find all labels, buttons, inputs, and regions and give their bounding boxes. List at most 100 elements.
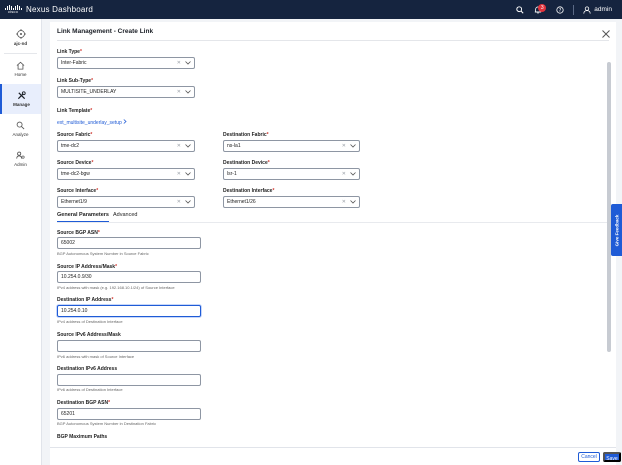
source-device-value: tme-dc2-bgw [61, 171, 90, 177]
destination-device-select[interactable]: lsr-1 ✕ [223, 168, 360, 180]
topbar-divider [573, 4, 575, 15]
chevron-right-icon [123, 119, 127, 124]
source-device-select[interactable]: tme-dc2-bgw ✕ [57, 168, 195, 180]
chevron-down-icon[interactable] [350, 199, 356, 205]
source-device-label: Source Device* [57, 160, 94, 166]
chevron-down-icon[interactable] [185, 199, 191, 205]
user-icon [583, 5, 591, 14]
logo-text: cisco [7, 9, 19, 14]
destination-bgp-asn-input[interactable]: 65201 [57, 408, 201, 420]
clear-icon[interactable]: ✕ [342, 171, 346, 177]
destination-interface-select[interactable]: Ethernet1/26 ✕ [223, 196, 360, 208]
source-ip-help: IPv4 address with mask (e.g. 192.168.10.… [57, 285, 175, 290]
source-ipv6-help: IPv6 address with mask of Source Interfa… [57, 354, 135, 359]
link-subtype-select[interactable]: MULTISITE_UNDERLAY ✕ [57, 86, 195, 98]
destination-fabric-value: ns-la1 [227, 143, 241, 149]
search-icon[interactable] [515, 5, 524, 14]
source-interface-label: Source Interface* [57, 188, 99, 194]
destination-fabric-select[interactable]: ns-la1 ✕ [223, 140, 360, 152]
scope-icon [15, 28, 26, 39]
destination-ipv6-label: Destination IPv6 Address [57, 366, 118, 372]
source-bgp-asn-help: BGP Autonomous System Number in Source F… [57, 251, 149, 256]
clear-icon[interactable]: ✕ [177, 199, 181, 205]
cisco-logo: cisco [4, 5, 22, 14]
close-icon[interactable] [601, 26, 611, 38]
page-title: Link Management - Create Link [57, 28, 154, 35]
sidebar-item-label: Admin [14, 162, 27, 167]
source-ip-input[interactable]: 10.254.0.9/30 [57, 271, 201, 283]
chevron-down-icon[interactable] [185, 60, 191, 66]
chevron-down-icon[interactable] [185, 89, 191, 95]
destination-fabric-label: Destination Fabric* [223, 132, 269, 138]
tabs-divider [57, 222, 609, 223]
link-template-link[interactable]: ext_multisite_underlay_setup [57, 119, 127, 126]
user-menu[interactable]: admin [583, 5, 612, 14]
save-button[interactable]: Save [603, 452, 621, 462]
sidebar-item-label: Manage [13, 102, 30, 107]
destination-ip-input[interactable]: 10.254.0.10 [57, 305, 201, 317]
feedback-label: Give Feedback [614, 214, 619, 246]
cancel-button[interactable]: Cancel [578, 452, 600, 462]
scope-selector[interactable]: ajc-nd [0, 21, 41, 53]
clear-icon[interactable]: ✕ [177, 143, 181, 149]
destination-interface-label: Destination Interface* [223, 188, 275, 194]
destination-ipv6-help: IPv6 address of Destination Interface [57, 387, 123, 392]
source-bgp-asn-label: Source BGP ASN* [57, 230, 100, 236]
panel-footer: Cancel Save [50, 447, 621, 465]
destination-bgp-asn-label: Destination BGP ASN* [57, 400, 111, 406]
top-bar: cisco Nexus Dashboard 3 ? admin [0, 0, 622, 19]
source-fabric-label: Source Fabric* [57, 132, 93, 138]
source-interface-value: Ethernet1/9 [61, 199, 87, 205]
source-ip-label: Source IP Address/Mask* [57, 264, 118, 270]
scope-label: ajc-nd [13, 40, 28, 46]
link-type-label: Link Type* [57, 49, 82, 55]
source-interface-select[interactable]: Ethernet1/9 ✕ [57, 196, 195, 208]
destination-ip-label: Destination IP Address* [57, 297, 114, 303]
clear-icon[interactable]: ✕ [342, 143, 346, 149]
link-template-label: Link Template* [57, 108, 93, 114]
link-type-value: Inter-Fabric [61, 60, 87, 66]
source-fabric-select[interactable]: tme-dc2 ✕ [57, 140, 195, 152]
chevron-down-icon[interactable] [350, 171, 356, 177]
sidebar-item-manage[interactable]: Manage [0, 84, 41, 114]
clear-icon[interactable]: ✕ [342, 199, 346, 205]
app-title: Nexus Dashboard [26, 5, 94, 14]
clear-icon[interactable]: ✕ [177, 171, 181, 177]
source-fabric-value: tme-dc2 [61, 143, 80, 149]
admin-icon [16, 151, 25, 159]
analyze-icon [16, 121, 25, 130]
tools-icon [17, 91, 26, 100]
source-ipv6-label: Source IPv6 Address/Mask [57, 332, 121, 338]
bgp-max-paths-label: BGP Maximum Paths [57, 434, 108, 440]
sidebar-item-label: Analyze [12, 132, 29, 137]
help-icon[interactable]: ? [555, 5, 564, 14]
source-bgp-asn-input[interactable]: 65002 [57, 237, 201, 249]
clear-icon[interactable]: ✕ [177, 89, 181, 95]
destination-device-label: Destination Device* [223, 160, 270, 166]
chevron-down-icon[interactable] [350, 143, 356, 149]
link-type-select[interactable]: Inter-Fabric ✕ [57, 57, 195, 69]
sidebar-item-admin[interactable]: Admin [0, 144, 41, 174]
destination-ipv6-input[interactable] [57, 374, 201, 386]
header-divider [57, 40, 609, 41]
destination-ip-help: IPv4 address of Destination Interface [57, 319, 123, 324]
clear-icon[interactable]: ✕ [177, 60, 181, 66]
chevron-down-icon[interactable] [185, 171, 191, 177]
destination-device-value: lsr-1 [227, 171, 237, 177]
tab-general-parameters[interactable]: General Parameters [57, 212, 109, 218]
source-ipv6-input[interactable] [57, 340, 201, 352]
sidebar: ajc-nd Home Manage Analyze Admin [0, 19, 42, 465]
sidebar-item-label: Home [14, 72, 27, 77]
give-feedback-tab[interactable]: Give Feedback [611, 204, 622, 256]
notifications-bell-icon[interactable]: 3 [533, 4, 547, 14]
sidebar-item-home[interactable]: Home [0, 54, 41, 84]
tab-advanced[interactable]: Advanced [113, 212, 137, 218]
user-name: admin [594, 6, 612, 13]
link-subtype-label: Link Sub-Type* [57, 78, 94, 84]
link-subtype-value: MULTISITE_UNDERLAY [61, 89, 117, 95]
create-link-panel: Link Management - Create Link Link Type*… [50, 22, 616, 465]
notification-badge: 3 [538, 4, 547, 12]
chevron-down-icon[interactable] [185, 143, 191, 149]
destination-interface-value: Ethernet1/26 [227, 199, 256, 205]
sidebar-item-analyze[interactable]: Analyze [0, 114, 41, 144]
